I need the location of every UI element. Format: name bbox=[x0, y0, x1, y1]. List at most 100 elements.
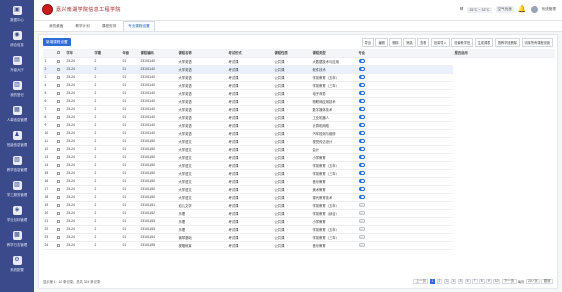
enable-toggle[interactable] bbox=[358, 163, 365, 167]
table-row[interactable]: 7 23-24 2 21 23101140 大学英语 考试课 公共课 数字媒体技术 bbox=[43, 105, 555, 114]
table-row[interactable]: 15 23-24 2 21 23101150 大学语文 考试课 公共课 学前教育（三年） bbox=[43, 169, 555, 178]
row-checkbox[interactable] bbox=[56, 123, 60, 127]
toolbar-button[interactable]: 设置教学班 bbox=[451, 37, 474, 47]
add-course-setting-button[interactable]: 新增课程设置 bbox=[43, 38, 71, 46]
toolbar-button[interactable]: 删除 bbox=[389, 37, 402, 47]
table-row[interactable]: 19 23-24 2 21 23101151 幼儿文学 考试课 公共课 学前教育（五年） bbox=[43, 201, 555, 210]
table-row[interactable]: 5 23-24 2 21 23101140 大学英语 考试课 公共课 电子商务 bbox=[43, 89, 555, 98]
table-row[interactable]: 6 23-24 2 21 23101140 大学英语 考试课 公共课 物联网应用技术 bbox=[43, 97, 555, 106]
row-checkbox[interactable] bbox=[56, 187, 60, 191]
page-number-button[interactable]: 6 bbox=[464, 278, 471, 284]
table-row[interactable]: 4 23-24 2 21 23101140 大学英语 考试课 公共课 学前教育（三年） bbox=[43, 81, 555, 90]
toolbar-button[interactable]: 导出 bbox=[361, 37, 374, 47]
tab[interactable]: 教学计划 bbox=[70, 21, 94, 31]
tab[interactable]: 我的桌面 bbox=[44, 21, 68, 31]
row-checkbox[interactable] bbox=[56, 195, 60, 199]
page-number-button[interactable]: 4 bbox=[450, 278, 457, 284]
table-row[interactable]: 14 23-24 2 21 23101150 大学语文 考试课 公共课 学前教育（五年） bbox=[43, 161, 555, 170]
enable-toggle[interactable] bbox=[358, 75, 365, 79]
row-checkbox[interactable] bbox=[56, 115, 60, 119]
table-row[interactable]: 17 23-24 2 21 23101150 大学语文 考试课 公共课 美术教育 bbox=[43, 185, 555, 194]
enable-toggle[interactable] bbox=[358, 91, 365, 95]
tab[interactable]: 课程安排 bbox=[97, 21, 121, 31]
table-row[interactable]: 11 23-24 2 21 23101150 大学语文 考试课 公共课 视觉传达设计 bbox=[43, 137, 555, 146]
table-row[interactable]: 23 23-24 2 21 23101154 钢琴基础 考试课 公共课 学前教育（三年） bbox=[43, 233, 555, 242]
table-row[interactable]: 10 23-24 2 21 23101140 大学英语 考试课 公共课 汽车检测与维修 bbox=[43, 129, 555, 138]
enable-toggle[interactable] bbox=[358, 219, 365, 223]
row-checkbox[interactable] bbox=[56, 99, 60, 103]
row-checkbox[interactable] bbox=[56, 219, 60, 223]
row-checkbox[interactable] bbox=[56, 75, 60, 79]
enable-toggle[interactable] bbox=[358, 195, 365, 199]
row-checkbox[interactable] bbox=[56, 227, 60, 231]
page-number-button[interactable]: 5 bbox=[457, 278, 464, 284]
sidebar-item[interactable]: ▤ 升级大厅 bbox=[0, 52, 34, 75]
bell-icon[interactable]: 🔔 bbox=[518, 6, 527, 13]
row-checkbox[interactable] bbox=[56, 91, 60, 95]
row-checkbox[interactable] bbox=[56, 203, 60, 207]
row-checkbox[interactable] bbox=[56, 83, 60, 87]
row-checkbox[interactable] bbox=[56, 139, 60, 143]
row-checkbox[interactable] bbox=[56, 171, 60, 175]
table-row[interactable]: 13 23-24 2 21 23101150 大学语文 考试课 公共课 小学教育 bbox=[43, 153, 555, 162]
enable-toggle[interactable] bbox=[358, 211, 365, 215]
sidebar-item[interactable]: ♟ 班级信息管理 bbox=[0, 127, 34, 150]
table-row[interactable]: 20 23-24 2 21 23101152 乐理 考试课 公共课 学前教育（综合） bbox=[43, 209, 555, 218]
table-row[interactable]: 1 23-24 2 21 23101140 大学英语 考试课 公共课 大数据技术与应用 bbox=[43, 57, 555, 66]
page-number-button[interactable]: 2 bbox=[436, 278, 443, 284]
page-number-button[interactable]: 7 bbox=[471, 278, 478, 284]
enable-toggle[interactable] bbox=[358, 243, 365, 247]
sidebar-item[interactable]: ▦ 人事信息管理 bbox=[0, 102, 34, 125]
tab[interactable]: 专业课程设置 bbox=[123, 21, 155, 31]
enable-toggle[interactable] bbox=[358, 171, 365, 175]
table-row[interactable]: 22 23-24 2 21 23101153 乐理 考试课 公共课 学前教育（五年） bbox=[43, 225, 555, 234]
enable-toggle[interactable] bbox=[358, 99, 365, 103]
user-name[interactable]: 系统管理 bbox=[542, 7, 556, 12]
toolbar-button[interactable]: 按教学班删除 bbox=[494, 37, 520, 47]
page-size-select[interactable]: 20 / 页 bbox=[525, 278, 541, 284]
enable-toggle[interactable] bbox=[358, 107, 365, 111]
row-checkbox[interactable] bbox=[56, 67, 60, 71]
row-checkbox[interactable] bbox=[56, 147, 60, 151]
table-row[interactable]: 24 23-24 2 21 23101155 视唱练耳 考试课 公共课 音乐教育 bbox=[43, 241, 555, 250]
row-checkbox[interactable] bbox=[56, 155, 60, 159]
enable-toggle[interactable] bbox=[358, 123, 365, 127]
table-row[interactable]: 2 23-24 2 21 23101140 大学英语 考试课 公共课 软件技术 bbox=[43, 65, 555, 74]
toolbar-button[interactable]: 筛选 bbox=[403, 37, 416, 47]
enable-toggle[interactable] bbox=[358, 67, 365, 71]
page-number-button[interactable]: 9 bbox=[485, 278, 492, 284]
row-checkbox[interactable] bbox=[56, 243, 60, 247]
select-all-checkbox[interactable] bbox=[56, 51, 60, 55]
page-number-button[interactable]: 3 bbox=[443, 278, 450, 284]
enable-toggle[interactable] bbox=[358, 147, 365, 151]
enable-toggle[interactable] bbox=[358, 115, 365, 119]
table-row[interactable]: 16 23-24 2 21 23101150 大学语文 考试课 公共课 音乐教育 bbox=[43, 177, 555, 186]
sidebar-item[interactable]: ▣ 数据中心 bbox=[0, 2, 34, 25]
sidebar-item[interactable]: ▨ 学工服务管理 bbox=[0, 177, 34, 200]
row-checkbox[interactable] bbox=[56, 107, 60, 111]
table-row[interactable]: 9 23-24 2 21 23101140 大学英语 考试课 公共课 计算机网络 bbox=[43, 121, 555, 130]
column-header[interactable] bbox=[55, 49, 65, 58]
sidebar-item[interactable]: ▥ 我的登记 bbox=[0, 77, 34, 100]
sidebar-item[interactable]: ◈ 学业目标管理 bbox=[0, 202, 34, 225]
page-number-button[interactable]: 1 bbox=[429, 278, 436, 284]
table-row[interactable]: 3 23-24 2 21 23101140 大学英语 考试课 公共课 学前教育（五年） bbox=[43, 73, 555, 82]
enable-toggle[interactable] bbox=[358, 155, 365, 159]
row-checkbox[interactable] bbox=[56, 211, 60, 215]
row-checkbox[interactable] bbox=[56, 235, 60, 239]
enable-toggle[interactable] bbox=[358, 235, 365, 239]
toolbar-button[interactable]: 批量导入 bbox=[430, 37, 450, 47]
toolbar-button[interactable]: 清除所有课程设置 bbox=[521, 37, 553, 47]
prev-page-button[interactable]: 上一页 bbox=[413, 278, 429, 284]
sidebar-item[interactable]: ◉ 综合信息 bbox=[0, 27, 34, 50]
toolbar-button[interactable]: 编辑 bbox=[375, 37, 388, 47]
enable-toggle[interactable] bbox=[358, 139, 365, 143]
row-checkbox[interactable] bbox=[56, 131, 60, 135]
sidebar-item[interactable]: ⚙ 系统配置 bbox=[0, 252, 34, 275]
toolbar-button[interactable]: 查看 bbox=[417, 37, 430, 47]
enable-toggle[interactable] bbox=[358, 83, 365, 87]
page-number-button[interactable]: 10 bbox=[492, 278, 501, 284]
goto-page-button[interactable]: 跳转 bbox=[541, 278, 553, 284]
toolbar-button[interactable]: 生成课表 bbox=[474, 37, 494, 47]
table-row[interactable]: 18 23-24 2 21 23101150 大学语文 考试课 公共课 现代教育技术 bbox=[43, 193, 555, 202]
